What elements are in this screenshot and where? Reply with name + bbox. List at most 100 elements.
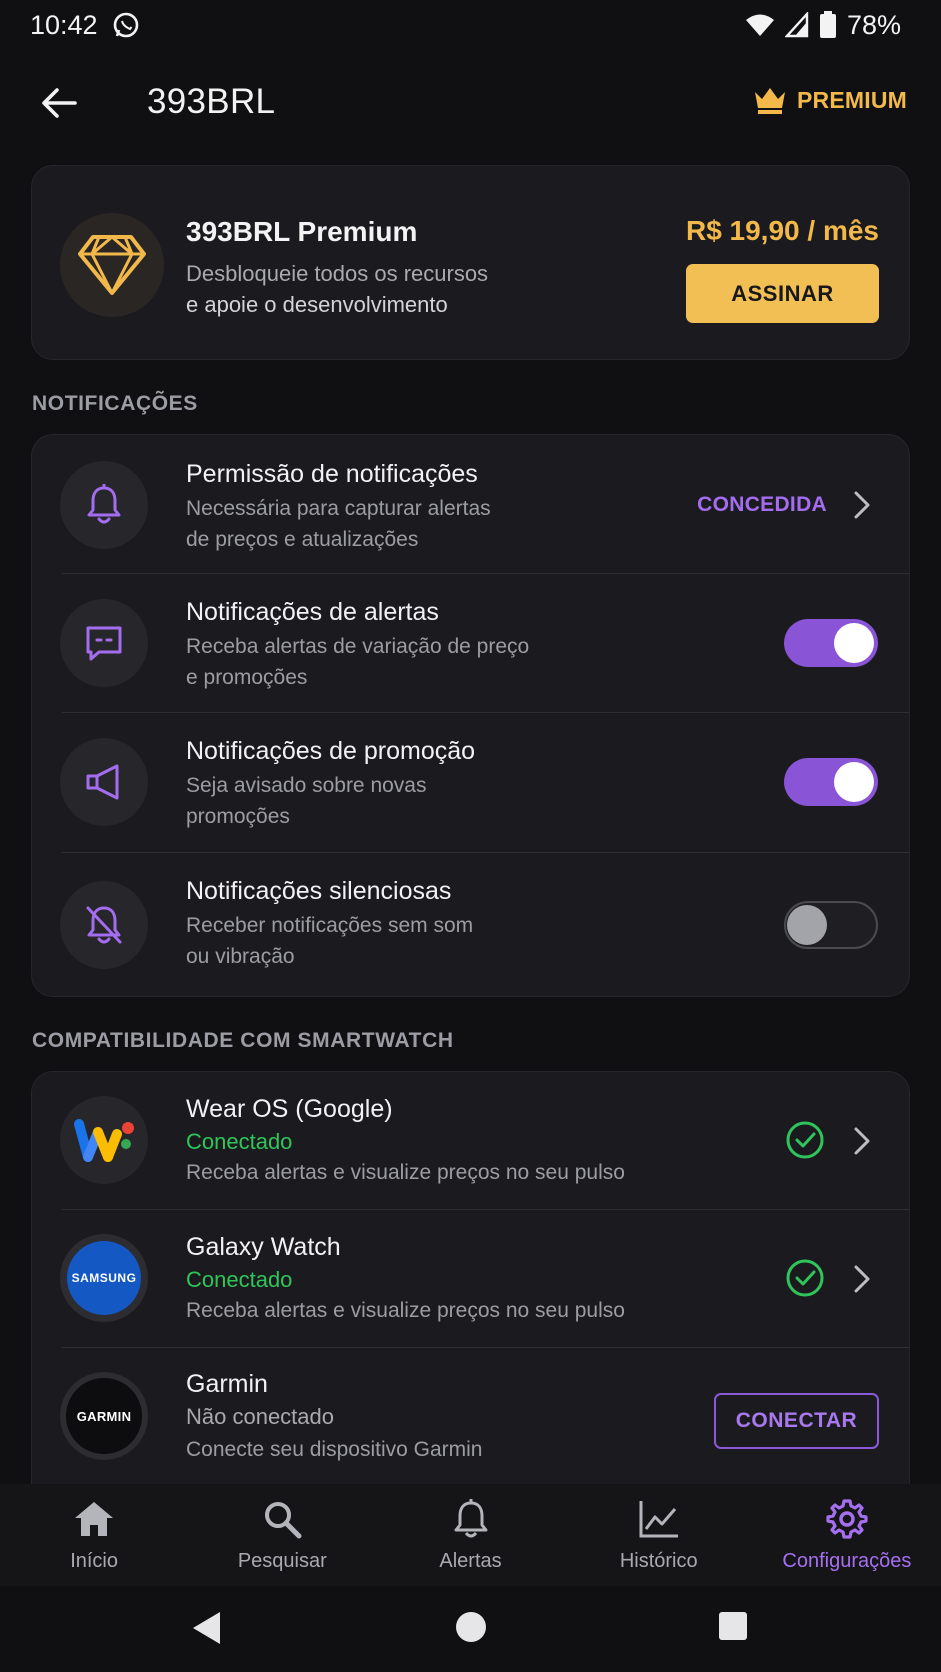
row-subtitle: Seja avisado sobre novas promoções (186, 770, 427, 832)
chevron-right-icon (849, 1264, 875, 1294)
nav-item-home[interactable]: Início (0, 1484, 188, 1586)
nav-label: Histórico (619, 1550, 698, 1572)
connection-status: Conectado (186, 1129, 293, 1154)
toggle-knob (787, 905, 827, 945)
gear-icon (826, 1499, 868, 1539)
nav-item-settings[interactable]: Configurações (753, 1484, 941, 1586)
row-title: Garmin (186, 1370, 268, 1398)
premium-button[interactable]: PREMIUM (753, 86, 907, 114)
connection-status: Não conectado (186, 1404, 334, 1429)
check-circle-icon (786, 1259, 824, 1297)
battery-icon (819, 11, 836, 38)
premium-title: 393BRL Premium (186, 216, 418, 247)
bottom-navigation: Início Pesquisar Alertas Histórico Confi… (0, 1484, 941, 1586)
promo-notifications-toggle[interactable] (784, 758, 878, 806)
arrow-left-icon (42, 88, 77, 118)
notifications-card: Permissão de notificações Necessária par… (31, 434, 910, 997)
megaphone-icon (86, 764, 119, 800)
row-title: Notificações de alertas (186, 598, 439, 626)
permission-status: CONCEDIDA (697, 493, 827, 516)
diamond-badge (60, 213, 164, 317)
premium-description: Desbloqueie todos os recursos e apoie o … (186, 258, 488, 320)
home-icon (75, 1502, 114, 1536)
garmin-logo: GARMIN (60, 1372, 148, 1460)
chart-icon (639, 1501, 678, 1538)
garmin-logo-text: GARMIN (66, 1378, 142, 1454)
system-home-icon[interactable] (455, 1611, 487, 1643)
notification-permission-row[interactable]: Permissão de notificações Necessária par… (32, 435, 909, 574)
premium-desc-line1: Desbloqueie todos os recursos (186, 261, 489, 286)
row-title: Notificações de promoção (186, 737, 476, 765)
row-title: Galaxy Watch (186, 1233, 341, 1261)
bell-icon-badge (60, 461, 148, 549)
section-header-smartwatch: COMPATIBILIDADE COM SMARTWATCH (32, 1029, 454, 1052)
bell-icon (454, 1499, 487, 1538)
message-icon-badge (60, 599, 148, 687)
nav-item-search[interactable]: Pesquisar (188, 1484, 376, 1586)
back-button[interactable] (36, 80, 82, 126)
wearos-row[interactable]: Wear OS (Google) Conectado Receba alerta… (32, 1072, 909, 1210)
row-subtitle: Necessária para capturar alertas de preç… (186, 493, 491, 555)
section-header-notifications: NOTIFICAÇÕES (32, 392, 198, 415)
nav-label: Pesquisar (237, 1550, 327, 1572)
row-subtitle-line2: promoções (186, 805, 290, 828)
row-subtitle: Receber notificações sem som ou vibração (186, 910, 473, 972)
connect-garmin-button[interactable]: CONECTAR (714, 1393, 879, 1449)
check-circle-icon (786, 1121, 824, 1159)
row-subtitle: Conecte seu dispositivo Garmin (186, 1438, 483, 1461)
wifi-icon (745, 14, 774, 36)
subscribe-button[interactable]: ASSINAR (686, 264, 879, 323)
bell-icon (87, 484, 121, 524)
bell-off-icon (86, 906, 122, 944)
system-recents-icon[interactable] (718, 1611, 748, 1641)
chevron-right-icon (849, 490, 875, 520)
smartwatch-card: Wear OS (Google) Conectado Receba alerta… (31, 1071, 910, 1486)
page-title: 393BRL (147, 82, 276, 121)
nav-item-alerts[interactable]: Alertas (376, 1484, 564, 1586)
search-icon (265, 1502, 302, 1539)
row-subtitle: Receba alertas de variação de preço e pr… (186, 631, 529, 693)
chat-alert-icon (86, 626, 122, 661)
samsung-logo: SAMSUNG (60, 1234, 148, 1322)
row-subtitle-line2: e promoções (186, 666, 308, 689)
nav-label: Configurações (782, 1550, 912, 1572)
app-bar: 393BRL PREMIUM (0, 62, 941, 142)
row-subtitle-line1: Receber notificações sem som (186, 914, 474, 937)
promo-notifications-row: Notificações de promoção Seja avisado so… (32, 713, 909, 853)
battery-percent: 78% (846, 9, 901, 40)
samsung-logo-text: SAMSUNG (67, 1241, 141, 1315)
row-subtitle-line1: Seja avisado sobre novas (186, 774, 427, 797)
row-subtitle: Receba alertas e visualize preços no seu… (186, 1299, 625, 1322)
row-subtitle-line1: Necessária para capturar alertas (186, 497, 491, 520)
row-title: Permissão de notificações (186, 460, 478, 488)
nav-label: Início (70, 1550, 118, 1572)
nav-label: Alertas (439, 1550, 502, 1572)
silent-notifications-toggle[interactable] (784, 901, 878, 949)
alert-notifications-row: Notificações de alertas Receba alertas d… (32, 574, 909, 713)
chevron-right-icon (849, 1126, 875, 1156)
system-back-icon[interactable] (190, 1610, 224, 1646)
row-subtitle-line1: Receba alertas de variação de preço (186, 635, 530, 658)
premium-label: PREMIUM (796, 86, 907, 113)
wearos-logo (60, 1096, 148, 1184)
signal-icon (784, 12, 809, 38)
system-navigation-bar (0, 1586, 941, 1672)
row-title: Wear OS (Google) (186, 1095, 393, 1123)
toggle-knob (834, 623, 874, 663)
status-time: 10:42 (30, 9, 98, 40)
bell-off-icon-badge (60, 881, 148, 969)
alert-notifications-toggle[interactable] (784, 619, 878, 667)
premium-card: 393BRL Premium Desbloqueie todos os recu… (31, 165, 910, 360)
galaxy-watch-row[interactable]: SAMSUNG Galaxy Watch Conectado Receba al… (32, 1210, 909, 1348)
wearos-icon (74, 1119, 134, 1162)
megaphone-icon-badge (60, 738, 148, 826)
row-subtitle: Receba alertas e visualize preços no seu… (186, 1161, 625, 1184)
silent-notifications-row: Notificações silenciosas Receber notific… (32, 853, 909, 996)
premium-price: R$ 19,90 / mês (685, 215, 879, 246)
garmin-row: GARMIN Garmin Não conectado Conecte seu … (32, 1348, 909, 1485)
toggle-knob (834, 762, 874, 802)
crown-icon (754, 88, 785, 114)
nav-item-history[interactable]: Histórico (565, 1484, 753, 1586)
diamond-icon (78, 235, 146, 295)
status-bar: 10:42 78% (0, 0, 941, 50)
